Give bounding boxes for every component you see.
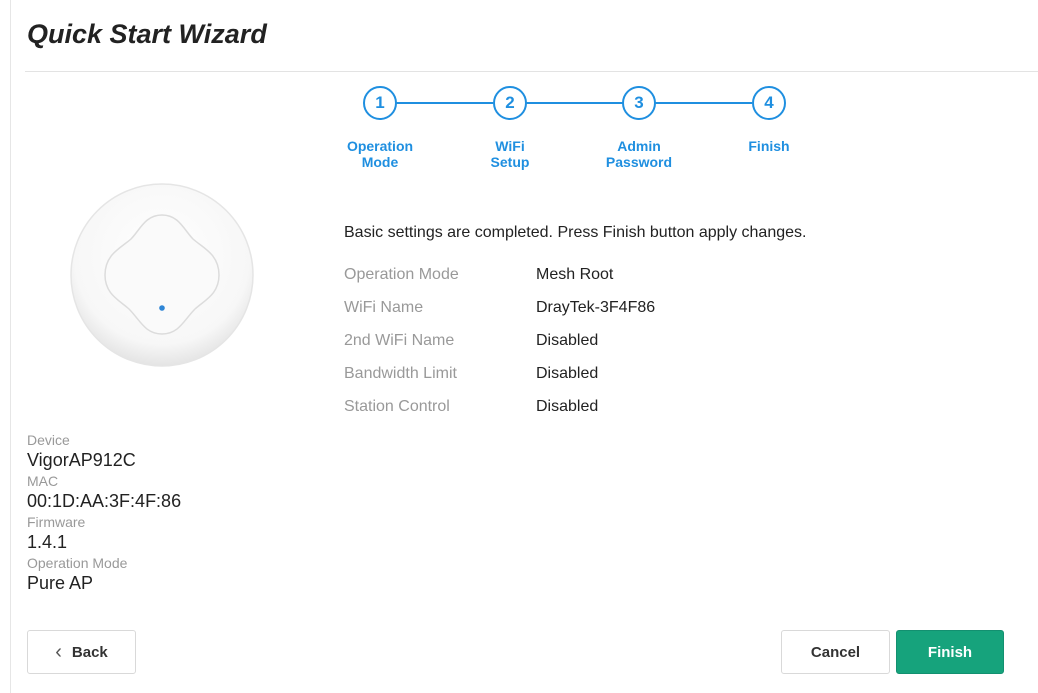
mac-value: 00:1D:AA:3F:4F:86 <box>27 491 182 511</box>
step-connector-1-2 <box>395 102 493 104</box>
summary-row: WiFi Name DrayTek-3F4F86 <box>344 299 655 332</box>
mac-label: MAC <box>27 473 59 489</box>
summary-label: Station Control <box>344 398 450 415</box>
summary-value: Disabled <box>536 332 599 349</box>
step-1-label: Operation Mode <box>346 138 414 170</box>
left-border <box>10 0 11 693</box>
back-button-label: Back <box>71 643 108 661</box>
summary-row: Bandwidth Limit Disabled <box>344 365 655 398</box>
wizard-stepper: 1 2 3 4 Operation Mode WiFi Setup Admin … <box>340 82 800 182</box>
summary-label: Bandwidth Limit <box>344 365 457 382</box>
summary-row: Station Control Disabled <box>344 398 655 431</box>
summary-row: 2nd WiFi Name Disabled <box>344 332 655 365</box>
operation-mode-label: Operation Mode <box>27 555 128 571</box>
device-info-panel: Device VigorAP912C MAC 00:1D:AA:3F:4F:86… <box>27 432 181 596</box>
device-value: VigorAP912C <box>27 450 136 470</box>
step-3-circle: 3 <box>622 86 656 120</box>
finish-button[interactable]: Finish <box>896 630 1004 674</box>
settings-summary: Operation Mode Mesh Root WiFi Name DrayT… <box>344 266 655 431</box>
summary-label: 2nd WiFi Name <box>344 332 455 349</box>
completion-message: Basic settings are completed. Press Fini… <box>344 224 807 241</box>
step-2-circle: 2 <box>493 86 527 120</box>
back-button[interactable]: ‹ Back <box>27 630 136 674</box>
page-title: Quick Start Wizard <box>27 19 267 49</box>
title-divider <box>25 71 1038 72</box>
summary-label: WiFi Name <box>344 299 424 316</box>
chevron-left-icon: ‹ <box>55 641 62 663</box>
firmware-value: 1.4.1 <box>27 532 68 552</box>
step-3-label: Admin Password <box>605 138 673 170</box>
firmware-label: Firmware <box>27 514 86 530</box>
step-4-circle: 4 <box>752 86 786 120</box>
cancel-button[interactable]: Cancel <box>781 630 890 674</box>
step-2-label: WiFi Setup <box>490 138 530 170</box>
step-connector-2-3 <box>525 102 623 104</box>
summary-row: Operation Mode Mesh Root <box>344 266 655 299</box>
operation-mode-value: Pure AP <box>27 573 94 593</box>
step-4-label: Finish <box>748 138 790 154</box>
summary-label: Operation Mode <box>344 266 459 283</box>
access-point-device-icon <box>69 182 255 368</box>
summary-value: DrayTek-3F4F86 <box>536 299 656 316</box>
summary-value: Mesh Root <box>536 266 614 283</box>
device-label: Device <box>27 432 70 448</box>
step-1-circle: 1 <box>363 86 397 120</box>
summary-value: Disabled <box>536 398 599 415</box>
step-connector-3-4 <box>654 102 752 104</box>
summary-value: Disabled <box>536 365 599 382</box>
